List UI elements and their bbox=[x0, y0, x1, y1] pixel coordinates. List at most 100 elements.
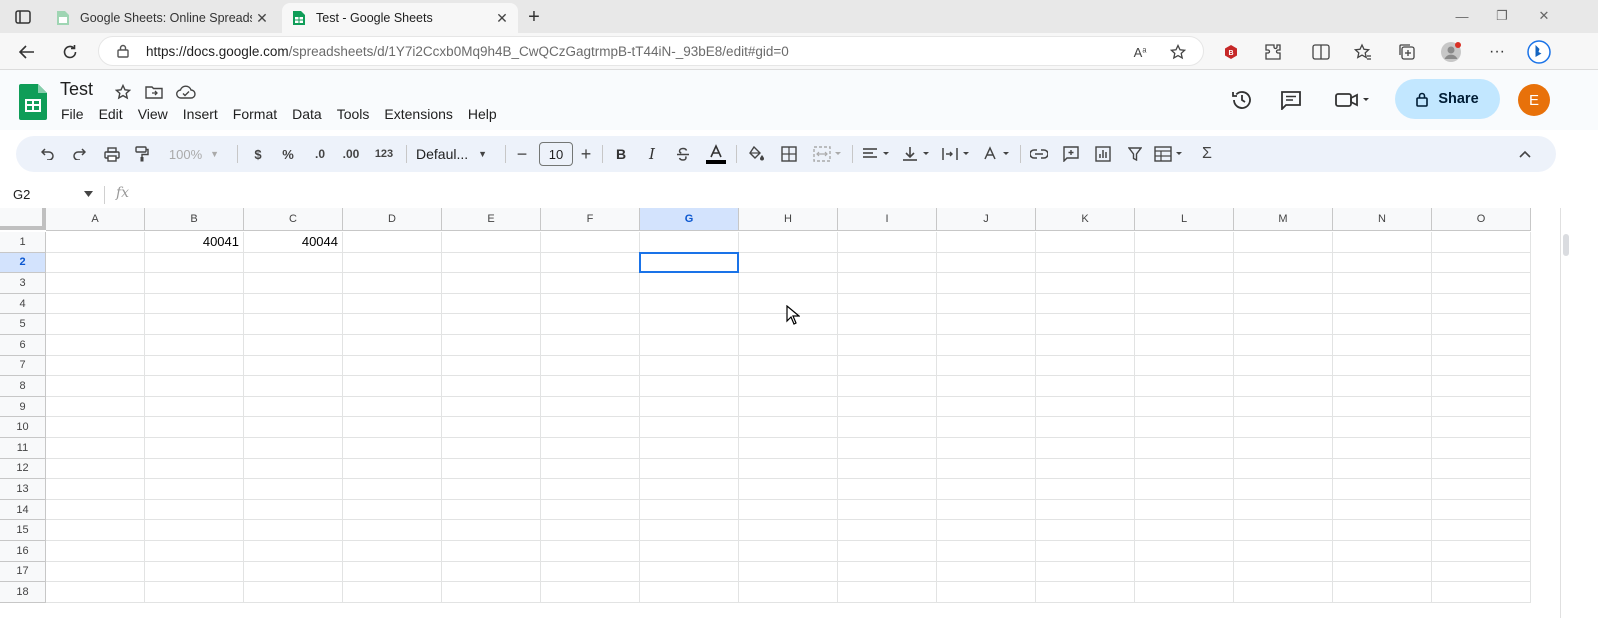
cell-c3[interactable] bbox=[244, 273, 343, 294]
cell-g11[interactable] bbox=[640, 438, 739, 459]
cell-c8[interactable] bbox=[244, 376, 343, 397]
menu-extensions[interactable]: Extensions bbox=[384, 106, 452, 122]
cell-c7[interactable] bbox=[244, 355, 343, 377]
currency-format-button[interactable]: $ bbox=[248, 142, 268, 166]
cell-i4[interactable] bbox=[838, 293, 937, 315]
cell-h6[interactable] bbox=[739, 335, 838, 356]
cell-i1[interactable] bbox=[838, 232, 937, 253]
cell-i10[interactable] bbox=[838, 417, 937, 438]
refresh-icon[interactable] bbox=[57, 39, 83, 65]
cell-i16[interactable] bbox=[838, 541, 937, 562]
cell-o5[interactable] bbox=[1432, 314, 1531, 335]
cell-k15[interactable] bbox=[1036, 520, 1135, 541]
row-header-17[interactable]: 17 bbox=[0, 561, 46, 583]
cell-g15[interactable] bbox=[640, 520, 739, 541]
row-header-14[interactable]: 14 bbox=[0, 499, 46, 521]
menu-help[interactable]: Help bbox=[468, 106, 497, 122]
cell-o12[interactable] bbox=[1432, 458, 1531, 480]
lock-icon[interactable] bbox=[117, 44, 129, 58]
row-header-4[interactable]: 4 bbox=[0, 293, 46, 315]
cell-b10[interactable] bbox=[145, 417, 244, 438]
row-header-15[interactable]: 15 bbox=[0, 520, 46, 541]
sheets-logo-icon[interactable] bbox=[19, 84, 47, 120]
cell-d14[interactable] bbox=[343, 499, 442, 521]
vertical-scrollbar[interactable] bbox=[1560, 208, 1598, 618]
cell-f16[interactable] bbox=[541, 541, 640, 562]
cell-l8[interactable] bbox=[1135, 376, 1234, 397]
cell-m17[interactable] bbox=[1234, 561, 1333, 583]
cell-m1[interactable] bbox=[1234, 232, 1333, 253]
cell-f14[interactable] bbox=[541, 499, 640, 521]
favorite-star-icon[interactable] bbox=[1167, 42, 1189, 62]
cell-b14[interactable] bbox=[145, 499, 244, 521]
cell-o15[interactable] bbox=[1432, 520, 1531, 541]
cell-c6[interactable] bbox=[244, 335, 343, 356]
row-header-2[interactable]: 2 bbox=[0, 252, 46, 274]
cell-e9[interactable] bbox=[442, 396, 541, 418]
cell-m5[interactable] bbox=[1234, 314, 1333, 335]
cell-d13[interactable] bbox=[343, 479, 442, 500]
cell-c9[interactable] bbox=[244, 396, 343, 418]
cell-j11[interactable] bbox=[937, 438, 1036, 459]
cell-d18[interactable] bbox=[343, 582, 442, 603]
cell-i12[interactable] bbox=[838, 458, 937, 480]
strikethrough-icon[interactable] bbox=[673, 142, 693, 166]
cell-l6[interactable] bbox=[1135, 335, 1234, 356]
select-all-corner[interactable] bbox=[0, 208, 46, 230]
cell-h9[interactable] bbox=[739, 396, 838, 418]
cell-n11[interactable] bbox=[1333, 438, 1432, 459]
cell-k6[interactable] bbox=[1036, 335, 1135, 356]
cell-a5[interactable] bbox=[46, 314, 145, 335]
cell-e18[interactable] bbox=[442, 582, 541, 603]
cell-a7[interactable] bbox=[46, 355, 145, 377]
cell-f10[interactable] bbox=[541, 417, 640, 438]
functions-button[interactable]: Σ bbox=[1196, 142, 1218, 166]
cell-i17[interactable] bbox=[838, 561, 937, 583]
restore-icon[interactable]: ❐ bbox=[1488, 6, 1516, 26]
cell-i7[interactable] bbox=[838, 355, 937, 377]
cell-h16[interactable] bbox=[739, 541, 838, 562]
cell-d7[interactable] bbox=[343, 355, 442, 377]
column-header-m[interactable]: M bbox=[1234, 208, 1333, 231]
cell-a13[interactable] bbox=[46, 479, 145, 500]
cell-g17[interactable] bbox=[640, 561, 739, 583]
cell-a17[interactable] bbox=[46, 561, 145, 583]
cell-l16[interactable] bbox=[1135, 541, 1234, 562]
cell-c12[interactable] bbox=[244, 458, 343, 480]
split-screen-icon[interactable] bbox=[1308, 39, 1334, 65]
cell-a14[interactable] bbox=[46, 499, 145, 521]
cell-b2[interactable] bbox=[145, 252, 244, 274]
cell-e1[interactable] bbox=[442, 232, 541, 253]
cell-l7[interactable] bbox=[1135, 355, 1234, 377]
scrollbar-thumb[interactable] bbox=[1563, 234, 1569, 256]
tab-actions-icon[interactable] bbox=[12, 7, 34, 27]
cell-b15[interactable] bbox=[145, 520, 244, 541]
cell-n5[interactable] bbox=[1333, 314, 1432, 335]
cell-h8[interactable] bbox=[739, 376, 838, 397]
cell-l3[interactable] bbox=[1135, 273, 1234, 294]
cell-j2[interactable] bbox=[937, 252, 1036, 274]
cell-f6[interactable] bbox=[541, 335, 640, 356]
cell-g4[interactable] bbox=[640, 293, 739, 315]
filter-views-icon[interactable] bbox=[1152, 142, 1188, 166]
cell-d12[interactable] bbox=[343, 458, 442, 480]
cell-h11[interactable] bbox=[739, 438, 838, 459]
cell-m7[interactable] bbox=[1234, 355, 1333, 377]
cell-h2[interactable] bbox=[739, 252, 838, 274]
cell-j7[interactable] bbox=[937, 355, 1036, 377]
row-header-6[interactable]: 6 bbox=[0, 335, 46, 356]
cell-d3[interactable] bbox=[343, 273, 442, 294]
collections-icon[interactable] bbox=[1394, 39, 1420, 65]
cell-j3[interactable] bbox=[937, 273, 1036, 294]
filter-icon[interactable] bbox=[1124, 142, 1146, 166]
cell-g18[interactable] bbox=[640, 582, 739, 603]
cell-b11[interactable] bbox=[145, 438, 244, 459]
collapse-toolbar-icon[interactable] bbox=[1514, 142, 1536, 166]
cell-j15[interactable] bbox=[937, 520, 1036, 541]
cell-o14[interactable] bbox=[1432, 499, 1531, 521]
cell-c11[interactable] bbox=[244, 438, 343, 459]
cell-d5[interactable] bbox=[343, 314, 442, 335]
percent-format-button[interactable]: % bbox=[278, 142, 298, 166]
cell-c15[interactable] bbox=[244, 520, 343, 541]
cell-c1[interactable]: 40044 bbox=[244, 232, 343, 253]
